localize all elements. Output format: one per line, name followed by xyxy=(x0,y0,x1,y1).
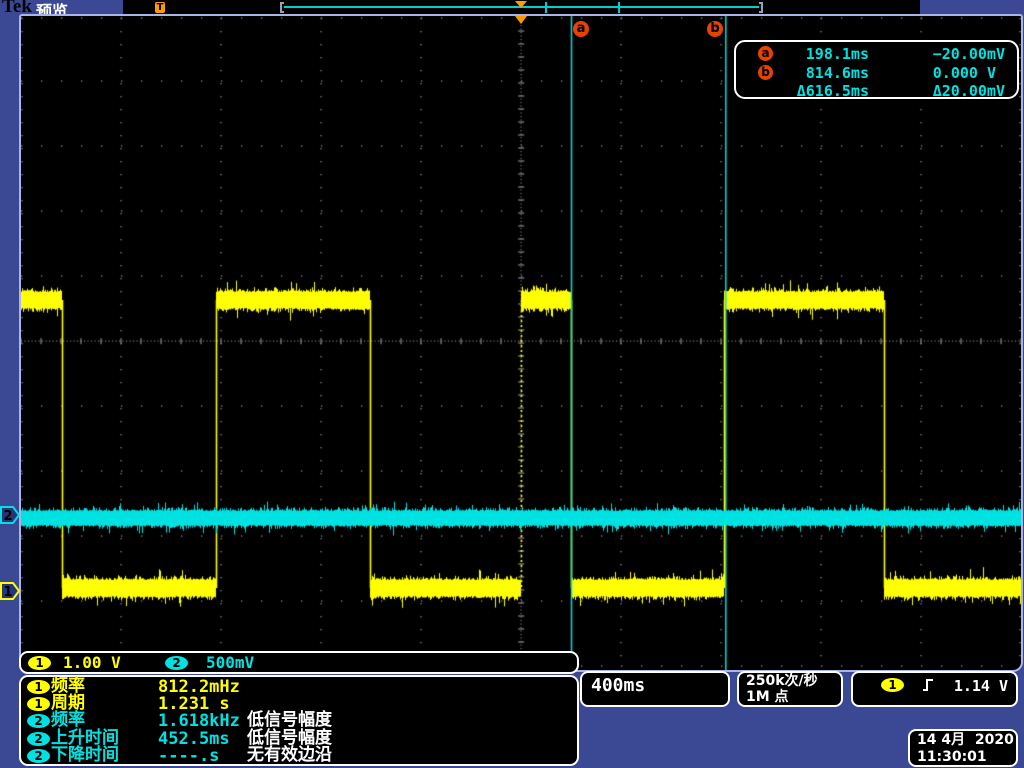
measurements-box: 1 频率 812.2mHz 1 周期 1.231 s 2 频率 1.618kHz… xyxy=(19,675,579,766)
datetime-box: 14 4月 2020 11:30:01 xyxy=(908,729,1018,767)
measurement-value: 812.2mHz xyxy=(158,677,240,697)
channel2-scale: 500mV xyxy=(206,653,255,672)
cursor-readout-box: a 198.1ms −20.00mV b 814.6ms 0.000 V Δ61… xyxy=(734,40,1019,101)
acquisition-points: 1M 点 xyxy=(746,689,789,705)
horizontal-scale-value: 400ms xyxy=(591,675,646,696)
record-cursor-b-tick xyxy=(618,2,620,13)
cursor-a-row: a 198.1ms −20.00mV xyxy=(736,45,1017,64)
measurement-row: 1 频率 812.2mHz xyxy=(21,677,577,697)
cursor-a-volt: −20.00mV xyxy=(932,45,1005,63)
measurement-note: 无有效边沿 xyxy=(247,744,332,765)
cursor-b-badge: b xyxy=(758,64,773,80)
measurement-channel-badge: 2 xyxy=(27,748,50,763)
channel2-badge: 2 xyxy=(165,656,188,670)
channel-scale-bar: 1 1.00 V 2 500mV xyxy=(19,651,579,674)
horizontal-scale-box: 400ms xyxy=(580,671,730,707)
record-view-bar: T xyxy=(123,0,920,15)
trigger-position-marker-icon xyxy=(515,16,527,24)
measurement-note: 低信号幅度 xyxy=(247,727,332,748)
trigger-source-badge: 1 xyxy=(881,678,904,692)
cursor-delta-time: Δ616.5ms xyxy=(796,82,869,100)
channel2-position-marker: 2 xyxy=(0,506,21,524)
channel1-position-marker: 1 xyxy=(0,582,21,600)
measurement-note: 低信号幅度 xyxy=(247,710,332,731)
cursor-a-time: 198.1ms xyxy=(805,45,869,63)
time-value: 11:30:01 xyxy=(917,749,987,765)
measurement-row: 2 下降时间 ----.s 无有效边沿 xyxy=(21,744,577,766)
waveform-canvas xyxy=(21,16,1021,670)
cursor-b-time: 814.6ms xyxy=(805,63,869,82)
svg-text:1: 1 xyxy=(3,585,12,600)
measurement-name: 上升时间 xyxy=(51,727,119,748)
measurement-value: 1.618kHz xyxy=(158,711,240,732)
acquisition-rate: 250k次/秒 xyxy=(746,673,818,689)
measurement-value: ----.s xyxy=(158,745,220,766)
rising-edge-icon xyxy=(923,679,933,691)
measurement-channel-badge: 1 xyxy=(27,680,50,694)
cursor-b-row: b 814.6ms 0.000 V xyxy=(736,64,1017,83)
record-right-bracket-icon xyxy=(759,2,763,13)
channel1-scale: 1.00 V xyxy=(63,653,121,672)
cursor-b-volt: 0.000 V xyxy=(932,63,996,82)
cursor-delta-volt: Δ20.00mV xyxy=(932,82,1005,100)
svg-text:2: 2 xyxy=(3,509,12,524)
channel1-badge: 1 xyxy=(28,656,51,670)
measurement-value: 1.231 s xyxy=(158,694,230,715)
measurement-name: 下降时间 xyxy=(51,744,119,765)
acquisition-box: 250k次/秒 1M 点 xyxy=(737,671,843,707)
measurement-channel-badge: 2 xyxy=(27,731,50,746)
cursor-a-label: a xyxy=(573,21,589,37)
measurement-value: 452.5ms xyxy=(158,728,230,749)
cursor-b-label: b xyxy=(707,21,723,37)
top-status-bar: Tek 预览 T xyxy=(0,0,1024,21)
cursor-delta-row: Δ616.5ms Δ20.00mV xyxy=(736,82,1017,101)
trigger-level-value: 1.14 V xyxy=(953,677,1008,695)
measurement-name: 频率 xyxy=(51,710,85,731)
record-trigger-position-icon xyxy=(515,1,527,8)
cursor-a-badge: a xyxy=(758,46,773,61)
measurement-channel-badge: 2 xyxy=(27,714,50,729)
record-cursor-a-tick xyxy=(545,2,547,13)
trigger-box: 1 1.14 V xyxy=(851,671,1018,707)
date-value: 14 4月 2020 xyxy=(917,732,1014,748)
trigger-status-icon: T xyxy=(155,2,165,13)
graticule-screen: a b a 198.1ms −20.00mV b 814.6ms 0.000 V… xyxy=(19,14,1023,672)
measurement-channel-badge: 1 xyxy=(27,697,50,712)
